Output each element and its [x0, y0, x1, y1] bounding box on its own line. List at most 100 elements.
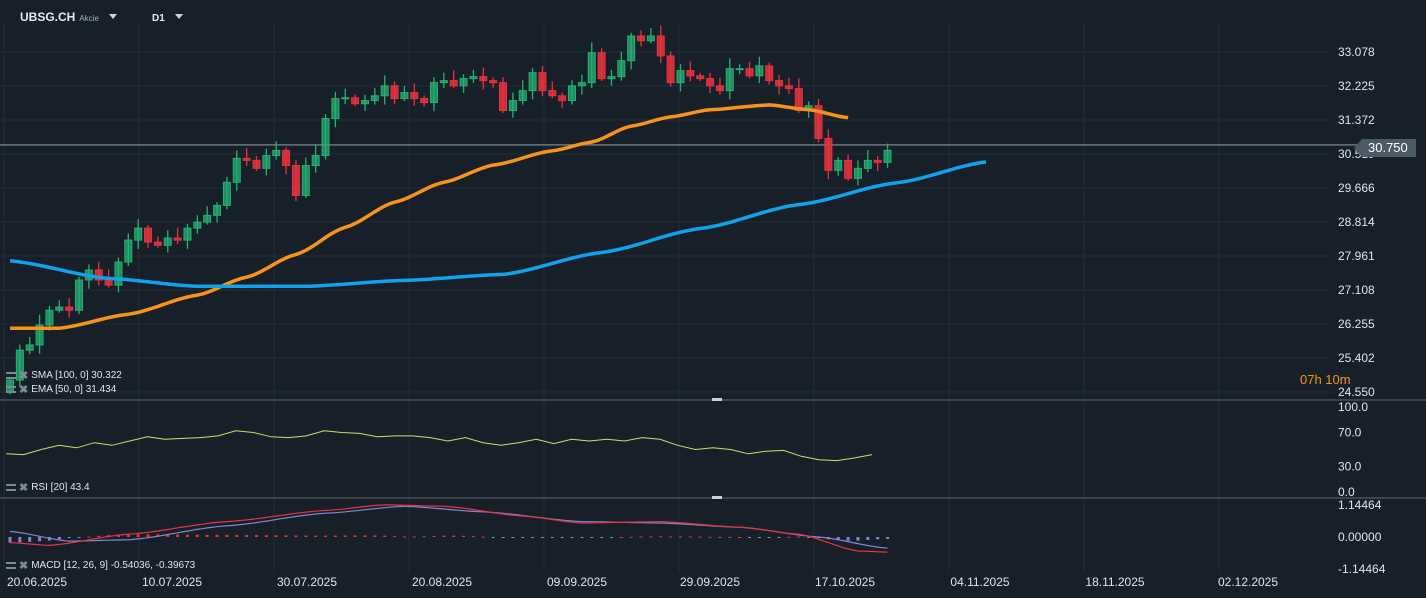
candle-body — [380, 85, 389, 97]
candle-body — [637, 35, 646, 42]
close-icon[interactable]: ✖ — [19, 383, 28, 396]
pane-resize-handle[interactable] — [712, 496, 722, 499]
settings-icon[interactable] — [6, 386, 16, 393]
macd-histogram-bar — [797, 536, 801, 538]
candle-bullish — [360, 94, 369, 111]
macd-histogram-bar — [235, 534, 239, 537]
macd-histogram-bar — [284, 535, 288, 537]
candle-bearish — [715, 77, 724, 95]
candle-bullish — [55, 300, 64, 313]
macd-legend: ✖ MACD [12, 26, 9] -0.54036, -0.39673 — [6, 559, 195, 572]
candle-body — [755, 65, 764, 77]
macd-histogram-bar — [343, 535, 347, 537]
candle-body — [627, 35, 636, 62]
candle-body — [775, 80, 784, 87]
rsi-line — [5, 430, 873, 462]
candle-body — [745, 68, 754, 77]
candle-body — [55, 306, 64, 311]
candle-bullish — [617, 51, 626, 81]
candle-bullish — [863, 149, 872, 173]
macd-histogram-bar — [146, 534, 150, 537]
candle-bearish — [94, 262, 103, 286]
macd-histogram-bar — [491, 537, 495, 538]
candle-bearish — [449, 70, 458, 89]
price-tick-label: 33.078 — [1338, 45, 1375, 59]
candle-bullish — [853, 160, 862, 186]
candle-bullish — [627, 32, 636, 70]
date-tick-label: 18.11.2025 — [1085, 575, 1144, 589]
close-icon[interactable]: ✖ — [19, 481, 28, 494]
candle-bullish — [301, 157, 310, 198]
candle-body — [173, 237, 182, 241]
candle-body — [65, 306, 74, 311]
macd-histogram-bar — [245, 535, 249, 537]
candle-body — [883, 149, 892, 163]
rsi-label: RSI [20] 43.4 — [31, 482, 90, 493]
macd-histogram-bar — [560, 537, 564, 538]
candle-body — [656, 35, 665, 57]
price-tick-label: 27.108 — [1338, 283, 1375, 297]
candle-body — [242, 157, 251, 161]
price-tick-label: 25.402 — [1338, 351, 1375, 365]
candle-body — [558, 95, 567, 102]
settings-icon[interactable] — [6, 372, 16, 379]
candle-bullish — [222, 176, 231, 210]
timeframe-label: D1 — [152, 13, 165, 24]
date-tick-label: 04.11.2025 — [950, 575, 1009, 589]
candle-bearish — [706, 73, 715, 93]
price-tick-label: 26.255 — [1338, 317, 1375, 331]
candle-body — [291, 165, 300, 196]
macd-histogram-bar — [205, 534, 209, 537]
settings-icon[interactable] — [6, 484, 16, 491]
date-tick-label: 30.07.2025 — [277, 575, 337, 589]
candle-bearish — [637, 30, 646, 47]
candle-bullish — [114, 257, 123, 293]
macd-histogram-bar — [28, 537, 32, 542]
macd-histogram-bar — [866, 537, 870, 540]
timeframe-selector[interactable]: D1 — [152, 13, 183, 24]
candle-body — [548, 90, 557, 97]
symbol-selector[interactable]: UBSG.CH Akcie — [20, 10, 117, 24]
candle-bearish — [390, 81, 399, 105]
candle-bearish — [824, 129, 833, 180]
candle-bullish — [469, 69, 478, 83]
macd-histogram-bar — [511, 537, 515, 538]
chevron-down-icon — [108, 14, 117, 19]
candle-body — [341, 97, 350, 100]
candle-body — [153, 241, 162, 246]
date-tick-label: 20.06.2025 — [7, 575, 67, 589]
candle-bearish — [686, 61, 695, 82]
date-tick-label: 10.07.2025 — [142, 575, 202, 589]
pane-resize-handle[interactable] — [712, 398, 722, 401]
candle-body — [252, 159, 261, 169]
candle-bearish — [814, 98, 823, 143]
macd-histogram-bar — [846, 537, 850, 541]
macd-histogram-bar — [856, 537, 860, 541]
macd-histogram-bar — [422, 536, 426, 538]
sma-label: SMA [100, 0] 30.322 — [31, 370, 122, 381]
settings-icon[interactable] — [6, 562, 16, 569]
rsi-tick-label: 30.0 — [1338, 460, 1362, 474]
candle-countdown: 07h 10m — [1300, 372, 1351, 387]
price-chart[interactable]: 33.07832.22531.37230.51929.66628.81427.9… — [0, 0, 1426, 598]
last-price-tag: 30.750 — [1354, 139, 1416, 157]
candle-body — [351, 97, 360, 105]
rsi-tick-label: 100.0 — [1338, 400, 1368, 414]
candle-bullish — [331, 91, 340, 128]
close-icon[interactable]: ✖ — [19, 559, 28, 572]
candle-body — [429, 82, 438, 104]
candle-bullish — [232, 150, 241, 192]
candle-bullish — [528, 68, 537, 100]
macd-histogram-bar — [324, 535, 328, 537]
close-icon[interactable]: ✖ — [19, 369, 28, 382]
candle-bullish — [735, 64, 744, 75]
candle-bearish — [153, 236, 162, 248]
candle-bearish — [144, 224, 153, 248]
macd-histogram-bar — [807, 537, 811, 538]
sma-line — [9, 160, 987, 289]
candle-body — [193, 221, 202, 229]
macd-histogram-bar — [185, 534, 189, 537]
macd-histogram-bar — [97, 535, 101, 537]
candle-bearish — [548, 81, 557, 99]
candle-body — [262, 155, 271, 169]
